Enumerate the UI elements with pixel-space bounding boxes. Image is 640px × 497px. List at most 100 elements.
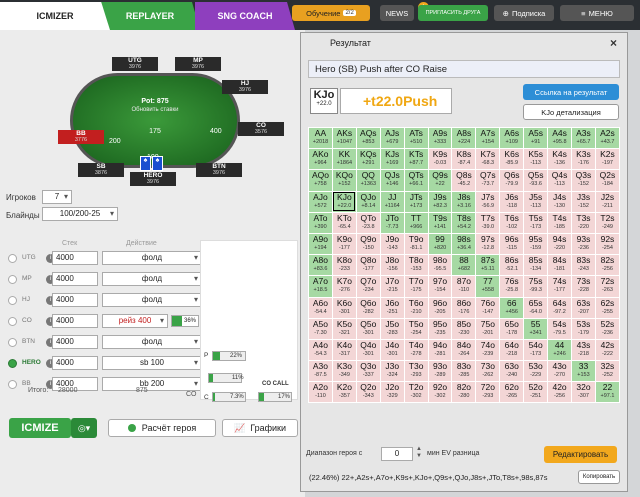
player-action-select[interactable]: фолд [102, 293, 202, 307]
hand-cell[interactable]: Q4o -301 [355, 338, 381, 362]
hand-cell[interactable]: 54o -173 [523, 338, 549, 362]
hand-cell[interactable]: 42o -256 [547, 381, 573, 404]
hand-cell[interactable]: T5o -254 [403, 317, 429, 340]
hand-cell[interactable]: TT +966 [403, 211, 429, 234]
close-icon[interactable]: × [610, 36, 617, 50]
hand-cell[interactable]: 87o -110 [451, 275, 477, 298]
hand-cell[interactable]: AQs +853 [355, 126, 381, 150]
hand-cell[interactable]: 97s -12.8 [475, 232, 501, 256]
hand-cell[interactable]: J2s -211 [594, 190, 621, 213]
hand-cell[interactable]: Q4s -113 [547, 169, 573, 192]
tab-replayer[interactable]: REPLAYER [100, 2, 200, 30]
player-radio[interactable] [8, 275, 17, 284]
hand-cell[interactable]: T2s -249 [594, 211, 621, 234]
hand-cell[interactable]: K9s -0.03 [427, 148, 453, 171]
hand-cell[interactable]: 65s -64.0 [523, 296, 549, 319]
player-radio[interactable] [8, 380, 17, 389]
players-select[interactable]: 7 [42, 190, 72, 204]
hand-cell[interactable]: 94o -281 [427, 338, 453, 362]
hand-cell[interactable]: QTs +66.1 [403, 169, 429, 192]
hand-cell[interactable]: QQ +1363 [355, 169, 381, 192]
hand-cell[interactable]: 52s -236 [594, 317, 621, 340]
hand-cell[interactable]: J2o -329 [379, 381, 405, 404]
hand-cell[interactable]: KTo -65.4 [331, 211, 357, 234]
hand-cell[interactable]: 99 +820 [427, 232, 453, 256]
update-bets-link[interactable]: Обновить ставки [73, 107, 237, 113]
hand-cell[interactable]: 94s -220 [547, 232, 573, 256]
hand-cell[interactable]: 84o -264 [451, 338, 477, 362]
hand-cell[interactable]: JJ +1164 [379, 190, 405, 213]
hand-cell[interactable]: KK +1864 [331, 148, 357, 171]
hand-cell[interactable]: 83o -285 [451, 360, 477, 383]
hand-cell[interactable]: Q3o -337 [355, 360, 381, 383]
hand-cell[interactable]: T5s -173 [523, 211, 549, 234]
hand-cell[interactable]: Q2o -343 [355, 381, 381, 404]
hand-cell[interactable]: Q8o -177 [355, 254, 381, 277]
player-action-select[interactable]: bb 200 [102, 377, 202, 391]
hand-cell[interactable]: 64s -97.2 [547, 296, 573, 319]
hand-cell[interactable]: A8o +83.6 [308, 254, 333, 277]
subscription-button[interactable]: ⊕ Подписка [494, 5, 554, 21]
hand-cell[interactable]: J8s +3.16 [451, 190, 477, 213]
hand-cell[interactable]: 32o -307 [571, 381, 596, 404]
seat-co[interactable]: CO 3576 [238, 122, 284, 136]
hand-cell[interactable]: 74s -177 [547, 275, 573, 298]
menu-button[interactable]: ≡ МЕНЮ [560, 5, 634, 21]
hand-cell[interactable]: ATo +390 [308, 211, 333, 234]
seat-utg[interactable]: UTG 3976 [112, 57, 158, 71]
hand-cell[interactable]: J8o -156 [379, 254, 405, 277]
hand-cell[interactable]: AJs +679 [379, 126, 405, 150]
hand-cell[interactable]: K2o -357 [331, 381, 357, 404]
hand-cell[interactable]: Q8s -45.2 [451, 169, 477, 192]
blinds-select[interactable]: 100/200-25 [42, 207, 118, 221]
player-stack-input[interactable]: 4000 [52, 293, 98, 307]
hand-detail-button[interactable]: KJo детализация [523, 104, 619, 120]
hand-cell[interactable]: J3s -152 [571, 190, 596, 213]
tab-icmizer[interactable]: ICMIZER [0, 2, 110, 30]
hand-cell[interactable]: ATs +510 [403, 126, 429, 150]
hand-cell[interactable]: T3o -293 [403, 360, 429, 383]
hand-cell[interactable]: 76o -147 [475, 296, 501, 319]
hand-cell[interactable]: A5s +91 [523, 126, 549, 150]
hand-cell[interactable]: 65o -178 [499, 317, 525, 340]
hand-cell[interactable]: K6s -85.9 [499, 148, 525, 171]
hand-cell[interactable]: T6o -210 [403, 296, 429, 319]
hand-cell[interactable]: J4o -301 [379, 338, 405, 362]
hand-cell[interactable]: Q2s -184 [594, 169, 621, 192]
icmize-button[interactable]: ICMIZE [9, 418, 71, 438]
hand-cell[interactable]: K2s -197 [594, 148, 621, 171]
hand-cell[interactable]: 98s +36.4 [451, 232, 477, 256]
news-button[interactable]: NEWS [380, 5, 414, 21]
hand-cell[interactable]: J9s +82.3 [427, 190, 453, 213]
hand-cell[interactable]: 42s -222 [594, 338, 621, 362]
hand-cell[interactable]: K5s -113 [523, 148, 549, 171]
hand-cell[interactable]: 43o -270 [547, 360, 573, 383]
hand-cell[interactable]: T9s +141 [427, 211, 453, 234]
hand-cell[interactable]: 77 +558 [475, 275, 501, 298]
seat-hero[interactable]: HERO 3976 [130, 172, 176, 186]
hand-cell[interactable]: 82s -256 [594, 254, 621, 277]
hand-cell[interactable]: T6s -102 [499, 211, 525, 234]
learning-button[interactable]: Обучение 2/2 [292, 5, 370, 21]
result-link-button[interactable]: Ссылка на результат [523, 84, 619, 100]
player-stack-input[interactable]: 4000 [52, 272, 98, 286]
hand-cell[interactable]: K8o -233 [331, 254, 357, 277]
range-ev-input[interactable]: 0 [381, 447, 413, 461]
hand-cell[interactable]: Q9s +22 [427, 169, 453, 192]
range-percent[interactable]: 36% [171, 315, 199, 327]
hand-cell[interactable]: AQo +758 [308, 169, 333, 192]
edit-button[interactable]: Редактировать [544, 446, 617, 463]
hand-cell[interactable]: 83s -243 [571, 254, 596, 277]
hand-cell[interactable]: K7s -68.3 [475, 148, 501, 171]
hand-cell[interactable]: 55 +341 [523, 317, 549, 340]
hand-cell[interactable]: KTs +87.7 [403, 148, 429, 171]
hand-cell[interactable]: J4s -130 [547, 190, 573, 213]
hand-cell[interactable]: 95s -159 [523, 232, 549, 256]
hand-cell[interactable]: 85s -134 [523, 254, 549, 277]
player-radio[interactable] [8, 254, 17, 263]
hand-cell[interactable]: 92o -302 [427, 381, 453, 404]
hand-cell[interactable]: Q5s -93.6 [523, 169, 549, 192]
hand-cell[interactable]: 53o -229 [523, 360, 549, 383]
hand-cell[interactable]: 22 +97.1 [594, 381, 621, 404]
hand-cell[interactable]: 52o -251 [523, 381, 549, 404]
